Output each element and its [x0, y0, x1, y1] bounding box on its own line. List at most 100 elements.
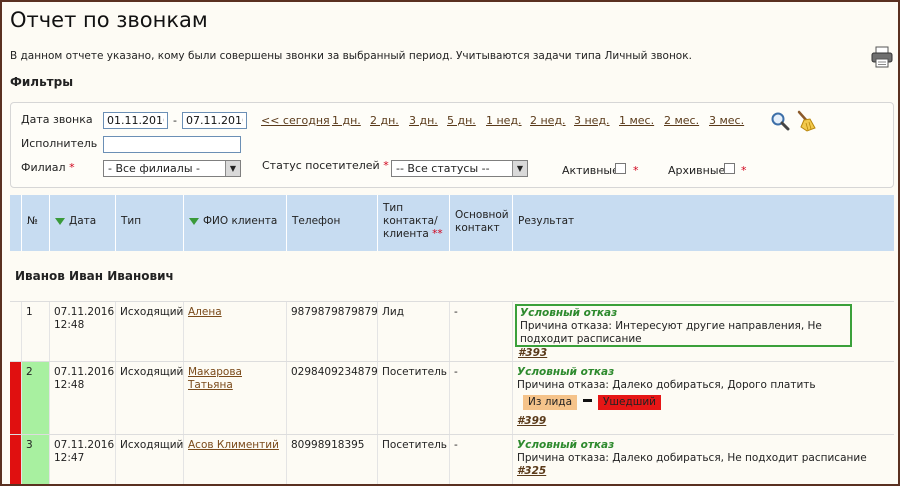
quick-range-1d[interactable]: 1 дн. — [332, 114, 361, 127]
result-title: Условный отказ — [517, 439, 615, 451]
table-header: № Дата Тип ФИО клиента Телефон Тип конта… — [10, 195, 894, 251]
client-link[interactable]: Алена — [188, 306, 222, 318]
quick-range-3w[interactable]: 3 нед. — [574, 114, 610, 127]
branch-label: Филиал * — [21, 161, 75, 174]
row-date: 07.11.2016 12:48 — [50, 362, 116, 434]
report-frame: Отчет по звонкам В данном отчете указано… — [0, 0, 900, 486]
result-text: Причина отказа: Интересуют другие направ… — [520, 320, 822, 345]
row-phone: 9879879879879 — [287, 302, 378, 361]
printer-icon[interactable] — [870, 46, 894, 68]
header-client[interactable]: ФИО клиента — [184, 195, 287, 251]
task-link[interactable]: #399 — [517, 415, 546, 427]
executor-input[interactable] — [103, 136, 241, 153]
row-client: Алена — [184, 302, 287, 361]
visitor-status-label: Статус посетителей * — [262, 159, 389, 172]
table-row: 1 07.11.2016 12:48 Исходящий Алена 98798… — [10, 301, 894, 361]
row-date-time: 12:48 — [54, 379, 85, 391]
quick-range-2m[interactable]: 2 мес. — [664, 114, 699, 127]
archive-label: Архивные — [668, 164, 726, 177]
result-box-highlighted: Условный отказ Причина отказа: Интересую… — [515, 304, 852, 347]
header-client-label: ФИО клиента — [203, 215, 278, 227]
executor-label: Исполнитель — [21, 137, 98, 150]
status-change: Из лида Ушедший — [523, 395, 890, 410]
task-link[interactable]: #393 — [518, 347, 547, 359]
task-link[interactable]: #325 — [517, 465, 546, 477]
row-phone: 80998918395 — [287, 435, 378, 484]
row-client: Асов Климентий — [184, 435, 287, 484]
date-to-input[interactable] — [182, 112, 247, 129]
required-mark: * — [383, 159, 389, 172]
archive-checkbox[interactable] — [724, 163, 735, 174]
quick-range-2d[interactable]: 2 дн. — [370, 114, 399, 127]
status-from-badge: Из лида — [523, 395, 578, 410]
quick-range-today[interactable]: << сегодня — [261, 114, 330, 127]
header-phone: Телефон — [287, 195, 378, 251]
quick-range-3d[interactable]: 3 дн. — [409, 114, 438, 127]
branch-select-value: - Все филиалы - — [108, 162, 200, 175]
quick-range-5d[interactable]: 5 дн. — [447, 114, 476, 127]
row-date-time: 12:48 — [54, 319, 85, 331]
row-date-day: 07.11.2016 — [54, 439, 115, 451]
header-main-contact: Основной контакт — [450, 195, 513, 251]
row-marker — [10, 302, 22, 361]
required-mark: * — [633, 164, 639, 177]
quick-range-1w[interactable]: 1 нед. — [486, 114, 522, 127]
result-title: Условный отказ — [517, 366, 615, 378]
row-num: 3 — [22, 435, 50, 484]
row-contact-type: Лид — [378, 302, 450, 361]
client-link[interactable]: Асов Климентий — [188, 439, 279, 451]
header-contact-type-label: Тип контакта/ клиента — [383, 202, 438, 240]
row-contact-type: Посетитель — [378, 362, 450, 434]
row-main-contact: - — [450, 302, 513, 361]
row-type: Исходящий — [116, 362, 184, 434]
row-contact-type: Посетитель — [378, 435, 450, 484]
row-num: 2 — [22, 362, 50, 434]
result-title: Условный отказ — [520, 307, 618, 319]
row-marker-red — [10, 435, 22, 484]
required-mark: * — [69, 161, 75, 174]
active-label: Активные — [562, 164, 619, 177]
row-main-contact: - — [450, 362, 513, 434]
row-phone: 0298409234879 — [287, 362, 378, 434]
row-type: Исходящий — [116, 435, 184, 484]
quick-range-3m[interactable]: 3 мес. — [709, 114, 744, 127]
row-result: Условный отказ Причина отказа: Далеко до… — [513, 435, 894, 484]
row-date-day: 07.11.2016 — [54, 306, 115, 318]
row-client: Макарова Татьяна — [184, 362, 287, 434]
arrow-right-icon — [583, 399, 593, 402]
status-to-badge: Ушедший — [598, 395, 661, 410]
row-date-time: 12:47 — [54, 452, 85, 464]
quick-range-1m[interactable]: 1 мес. — [619, 114, 654, 127]
visitor-status-label-text: Статус посетителей — [262, 159, 380, 172]
result-text: Причина отказа: Далеко добираться, Не по… — [517, 452, 867, 464]
active-checkbox[interactable] — [615, 163, 626, 174]
sort-desc-icon — [189, 218, 199, 225]
row-main-contact: - — [450, 435, 513, 484]
header-date[interactable]: Дата — [50, 195, 116, 251]
header-result: Результат — [518, 215, 575, 227]
page-title: Отчет по звонкам — [10, 8, 208, 32]
header-type: Тип — [116, 195, 184, 251]
page-description: В данном отчете указано, кому были совер… — [10, 50, 692, 62]
row-result: Условный отказ Причина отказа: Интересую… — [513, 302, 894, 361]
chevron-down-icon: ▼ — [225, 161, 240, 176]
date-range-dash: - — [173, 114, 177, 127]
group-executor-name: Иванов Иван Иванович — [15, 269, 174, 283]
filters-heading: Фильтры — [10, 75, 74, 89]
row-date-day: 07.11.2016 — [54, 366, 115, 378]
date-from-input[interactable] — [103, 112, 168, 129]
branch-select[interactable]: - Все филиалы - ▼ — [103, 160, 241, 177]
required-mark: ** — [432, 228, 443, 240]
row-date: 07.11.2016 12:47 — [50, 435, 116, 484]
visitor-status-select-value: -- Все статусы -- — [396, 162, 490, 175]
quick-range-2w[interactable]: 2 нед. — [530, 114, 566, 127]
required-mark: * — [741, 164, 747, 177]
result-text: Причина отказа: Далеко добираться, Дорог… — [517, 379, 816, 391]
client-link[interactable]: Макарова Татьяна — [188, 366, 242, 391]
row-marker-red — [10, 362, 22, 434]
branch-label-text: Филиал — [21, 161, 66, 174]
broom-clear-icon[interactable] — [795, 110, 817, 132]
header-date-label: Дата — [69, 215, 97, 227]
search-icon[interactable] — [770, 111, 790, 131]
visitor-status-select[interactable]: -- Все статусы -- ▼ — [391, 160, 528, 177]
